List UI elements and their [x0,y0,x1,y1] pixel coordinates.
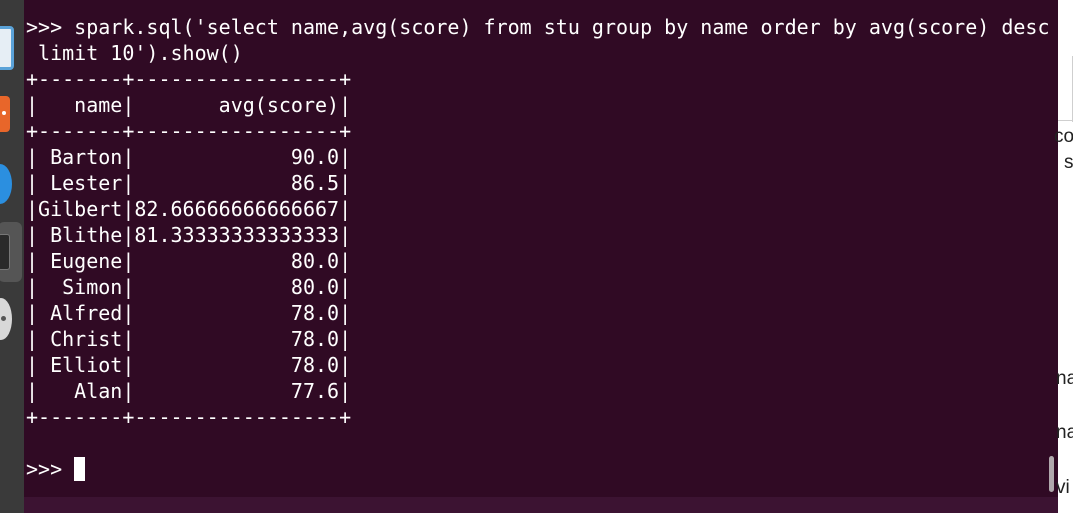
terminal-scrollbar[interactable] [1049,456,1054,492]
background-window[interactable]: co s na na vi [1054,0,1073,513]
terminal-line: limit 10').show() [26,41,243,65]
software-center-icon[interactable] [0,96,10,132]
table-row: | Simon| 80.0| [26,275,352,299]
desktop: >>> spark.sql('select name,avg(score) fr… [0,0,1073,513]
table-border: +-------+-----------------+ [26,67,352,91]
table-row: | Lester| 86.5| [26,171,352,195]
table-row: | Alfred| 78.0| [26,301,352,325]
table-row: | Elliot| 78.0| [26,353,352,377]
background-text-fragment: co [1054,126,1073,147]
table-border: +-------+-----------------+ [26,119,352,143]
table-row: | Alan| 77.6| [26,379,352,403]
background-window-header [1058,0,1073,118]
table-row: | Christ| 78.0| [26,327,352,351]
terminal-line: >>> spark.sql('select name,avg(score) fr… [26,15,1050,39]
terminal-bottom-edge [24,497,1058,513]
terminal-app-icon[interactable] [0,222,22,282]
table-header: | name| avg(score)| [26,93,352,117]
background-text-fragment: na [1056,422,1073,443]
background-text-fragment: na [1056,368,1073,389]
table-row: | Eugene| 80.0| [26,249,352,273]
terminal-output: >>> spark.sql('select name,avg(score) fr… [26,5,1050,482]
table-row: | Blithe|81.33333333333333| [26,223,352,247]
prompt: >>> [26,457,75,481]
table-row: |Gilbert|82.66666666666667| [26,197,352,221]
files-app-icon[interactable] [0,26,14,70]
table-row: | Barton| 90.0| [26,145,352,169]
background-text-fragment: vi [1056,477,1070,498]
launcher-dock [0,0,24,513]
table-border: +-------+-----------------+ [26,405,352,429]
browser-icon[interactable] [0,164,12,204]
text-cursor [74,457,86,481]
terminal-window[interactable]: >>> spark.sql('select name,avg(score) fr… [24,0,1058,497]
disk-icon[interactable] [0,298,12,340]
divider [1058,120,1073,121]
background-text-fragment: s [1064,152,1073,173]
